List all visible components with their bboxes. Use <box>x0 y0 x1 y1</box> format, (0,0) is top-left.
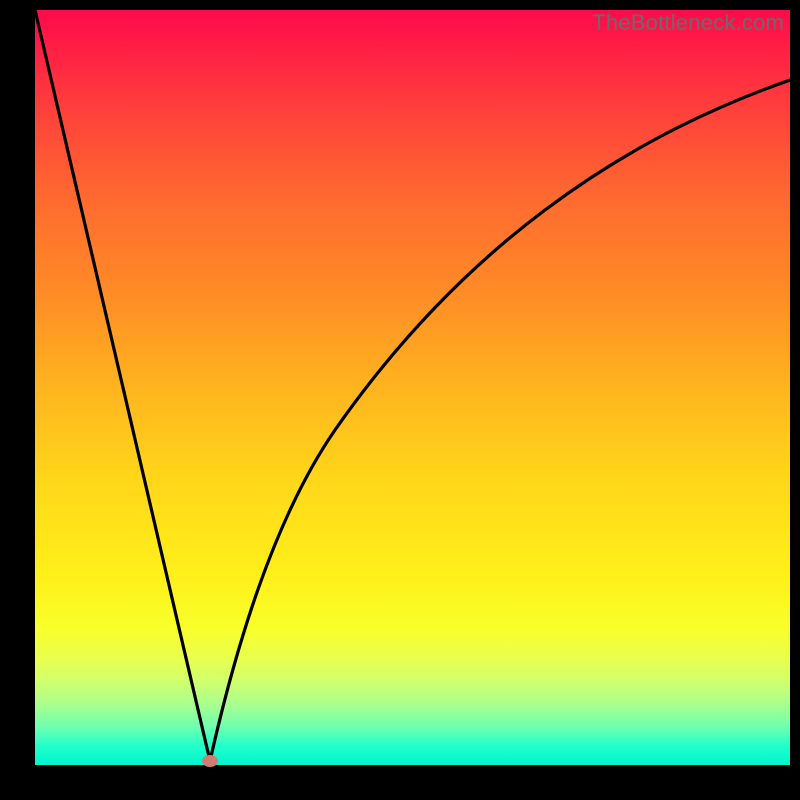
chart-frame: TheBottleneck.com <box>0 0 800 800</box>
plot-area: TheBottleneck.com <box>35 10 790 765</box>
curve-path <box>35 10 790 761</box>
bottleneck-curve <box>35 10 790 765</box>
minimum-marker <box>202 755 218 767</box>
